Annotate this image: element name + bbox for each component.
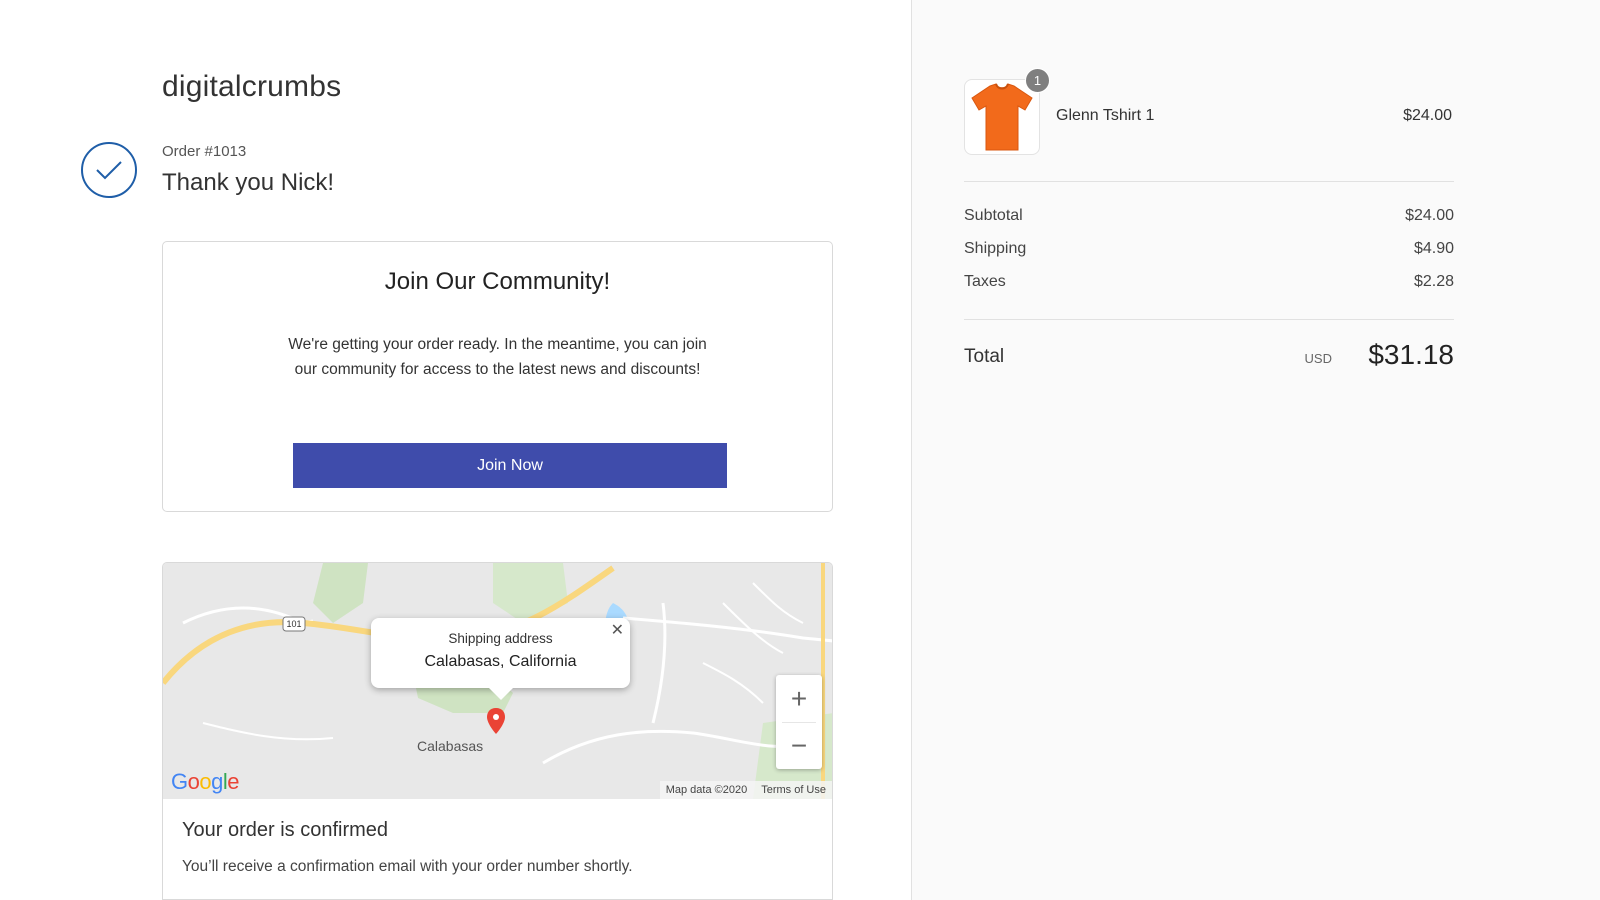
product-thumbnail (964, 79, 1040, 155)
summary-divider (964, 181, 1454, 182)
subtotal-value: $24.00 (1405, 207, 1454, 224)
map-pin-icon[interactable] (486, 707, 506, 740)
order-number: Order #1013 (162, 143, 247, 160)
zoom-divider (782, 722, 816, 723)
community-body: We're getting your order ready. In the m… (288, 336, 707, 378)
map-data-label: Map data ©2020 (665, 784, 748, 796)
total-value: $31.18 (1368, 339, 1454, 370)
close-icon[interactable]: ✕ (611, 620, 624, 640)
map-attribution: Map data ©2020 Terms of Use (659, 781, 832, 799)
confirmation-section: Your order is confirmed You’ll receive a… (163, 799, 832, 896)
shipping-map[interactable]: 101 ✕ Shipping address Calabasas, Califo… (163, 563, 832, 799)
join-now-button[interactable]: Join Now (293, 443, 727, 488)
store-logo[interactable]: digitalcrumbs (162, 70, 341, 104)
shipping-label: Shipping (964, 240, 1027, 257)
thank-you-heading: Thank you Nick! (162, 169, 335, 196)
community-card: Join Our Community! We're getting your o… (162, 241, 833, 512)
highway-shield-label: 101 (286, 619, 301, 629)
product-name: Glenn Tshirt 1 (1056, 107, 1155, 124)
zoom-out-button[interactable]: − (776, 722, 822, 769)
total-currency: USD (1304, 351, 1332, 366)
community-title: Join Our Community! (384, 268, 611, 295)
taxes-row: Taxes $2.28 (964, 273, 1454, 291)
shipping-row: Shipping $4.90 (964, 240, 1454, 258)
shipping-map-card: 101 ✕ Shipping address Calabasas, Califo… (162, 562, 833, 900)
terms-of-use-link[interactable]: Terms of Use (761, 784, 826, 796)
orange-tshirt-icon (971, 83, 1033, 151)
total-label: Total (964, 346, 1005, 367)
taxes-value: $2.28 (1413, 273, 1454, 290)
subtotal-row: Subtotal $24.00 (964, 207, 1454, 225)
quantity-badge: 1 (1025, 68, 1050, 93)
shipping-address-popup: ✕ Shipping address Calabasas, California (371, 618, 630, 700)
shipping-value: $4.90 (1413, 240, 1454, 257)
map-city-label: Calabasas (417, 738, 484, 754)
subtotal-label: Subtotal (964, 207, 1023, 224)
popup-title: Shipping address (448, 631, 553, 646)
order-status-panel: digitalcrumbs Order #1013 Thank you Nick… (0, 0, 912, 900)
zoom-in-button[interactable]: + (776, 675, 822, 722)
product-price: $24.00 (1403, 107, 1452, 124)
confirmation-title: Your order is confirmed (182, 819, 389, 841)
map-zoom-controls: + − (776, 675, 822, 769)
total-divider (964, 319, 1454, 320)
checkmark-icon (81, 142, 137, 198)
google-logo[interactable]: Google (171, 769, 240, 795)
taxes-label: Taxes (964, 273, 1006, 290)
popup-city: Calabasas, California (424, 653, 577, 670)
confirmation-message: You’ll receive a confirmation email with… (182, 858, 633, 875)
